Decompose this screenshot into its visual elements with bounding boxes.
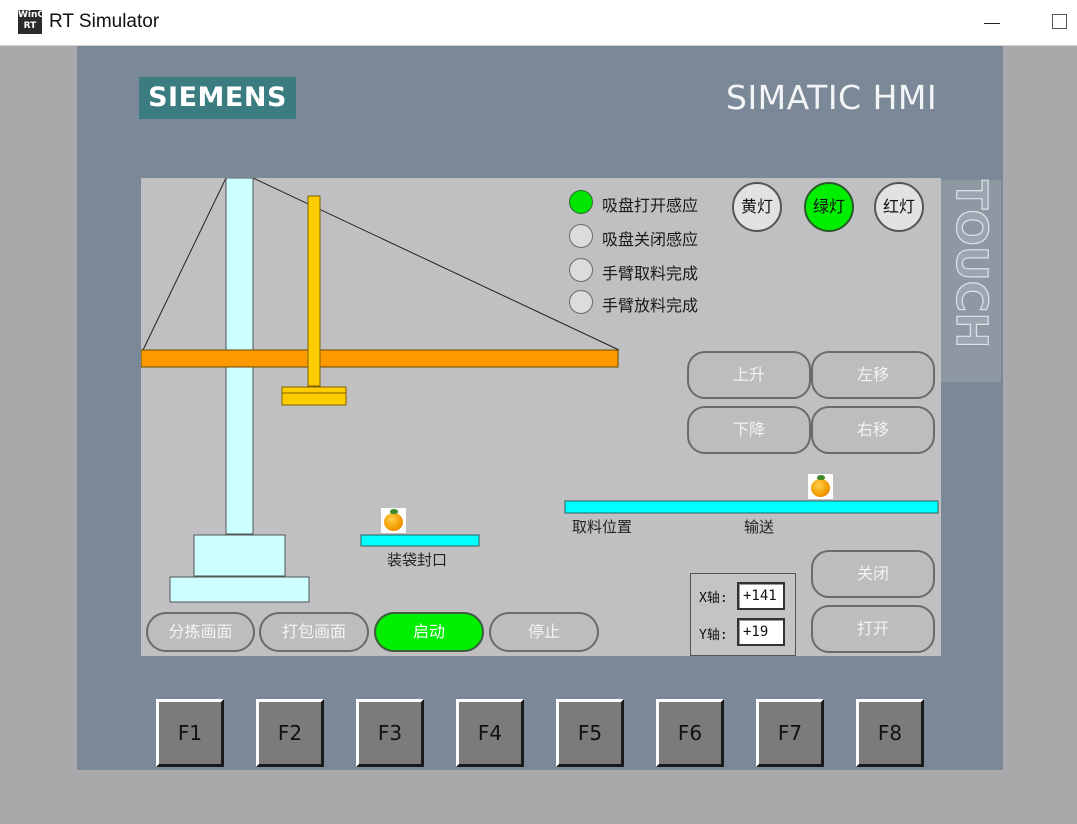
wincc-app-icon: WinCC RT [18, 10, 42, 34]
indicator-light-on [569, 190, 593, 214]
indicator-arm-pick-done: 手臂取料完成 [569, 258, 739, 284]
packing-station-platform [360, 534, 480, 547]
move-down-button[interactable]: 下降 [687, 406, 811, 454]
indicator-light-off [569, 258, 593, 282]
close-button[interactable]: 关闭 [811, 550, 935, 598]
yellow-lamp: 黄灯 [732, 182, 782, 232]
window-title: RT Simulator [49, 11, 160, 32]
move-right-button[interactable]: 右移 [811, 406, 935, 454]
indicator-label: 吸盘打开感应 [602, 196, 699, 215]
crane-boom [141, 349, 619, 368]
x-axis-label: X轴: [699, 591, 728, 606]
indicator-suction-open: 吸盘打开感应 [569, 190, 739, 216]
indicator-light-off [569, 224, 593, 248]
pickup-position-label: 取料位置 [572, 518, 633, 536]
move-left-button[interactable]: 左移 [811, 351, 935, 399]
hmi-screen: 装袋封口 取料位置 输送 吸盘打开感应 吸盘关闭感应 手臂取料完成 手臂放料完成… [141, 178, 941, 656]
function-key-f8[interactable]: F8 [856, 699, 924, 767]
sorting-screen-button[interactable]: 分拣画面 [146, 612, 255, 652]
indicator-label: 手臂放料完成 [602, 296, 699, 315]
red-lamp: 红灯 [874, 182, 924, 232]
function-key-f3[interactable]: F3 [356, 699, 424, 767]
indicator-arm-place-done: 手臂放料完成 [569, 290, 739, 316]
function-key-f6[interactable]: F6 [656, 699, 724, 767]
gripper-top [281, 386, 347, 394]
minimize-icon[interactable] [984, 12, 1000, 32]
green-lamp: 绿灯 [804, 182, 854, 232]
open-button[interactable]: 打开 [811, 605, 935, 653]
function-key-f7[interactable]: F7 [756, 699, 824, 767]
maximize-icon[interactable] [1052, 14, 1067, 29]
indicator-label: 手臂取料完成 [602, 264, 699, 283]
touch-label: TOUCH [945, 179, 996, 349]
orange-item-conveyor [808, 474, 833, 499]
move-up-button[interactable]: 上升 [687, 351, 811, 399]
crane-base-upper [193, 534, 286, 577]
orange-item-packing [381, 508, 406, 533]
x-axis-value[interactable]: +141 [737, 582, 785, 610]
gripper-bottom [281, 392, 347, 406]
conveyor-belt [564, 500, 939, 514]
crane-base-lower [169, 576, 310, 603]
indicator-label: 吸盘关闭感应 [602, 230, 699, 249]
packing-screen-button[interactable]: 打包画面 [259, 612, 369, 652]
conveyor-label: 输送 [744, 518, 775, 536]
crane-vertical-arm [307, 195, 321, 387]
crane-left-cable [142, 178, 227, 351]
indicator-suction-closed: 吸盘关闭感应 [569, 224, 739, 250]
function-key-f2[interactable]: F2 [256, 699, 324, 767]
stop-button[interactable]: 停止 [489, 612, 599, 652]
indicator-light-off [569, 290, 593, 314]
siemens-logo: SIEMENS [139, 77, 296, 119]
y-axis-value[interactable]: +19 [737, 618, 785, 646]
simatic-hmi-label: SIMATIC HMI [726, 78, 938, 117]
start-button[interactable]: 启动 [374, 612, 484, 652]
function-key-f1[interactable]: F1 [156, 699, 224, 767]
title-bar: WinCC RT RT Simulator [0, 0, 1077, 46]
packing-station-label: 装袋封口 [387, 551, 448, 569]
function-key-f5[interactable]: F5 [556, 699, 624, 767]
axis-position-panel: X轴: +141 Y轴: +19 [690, 573, 796, 656]
y-axis-label: Y轴: [699, 628, 728, 643]
touch-badge: TOUCH [941, 179, 1001, 382]
function-key-f4[interactable]: F4 [456, 699, 524, 767]
